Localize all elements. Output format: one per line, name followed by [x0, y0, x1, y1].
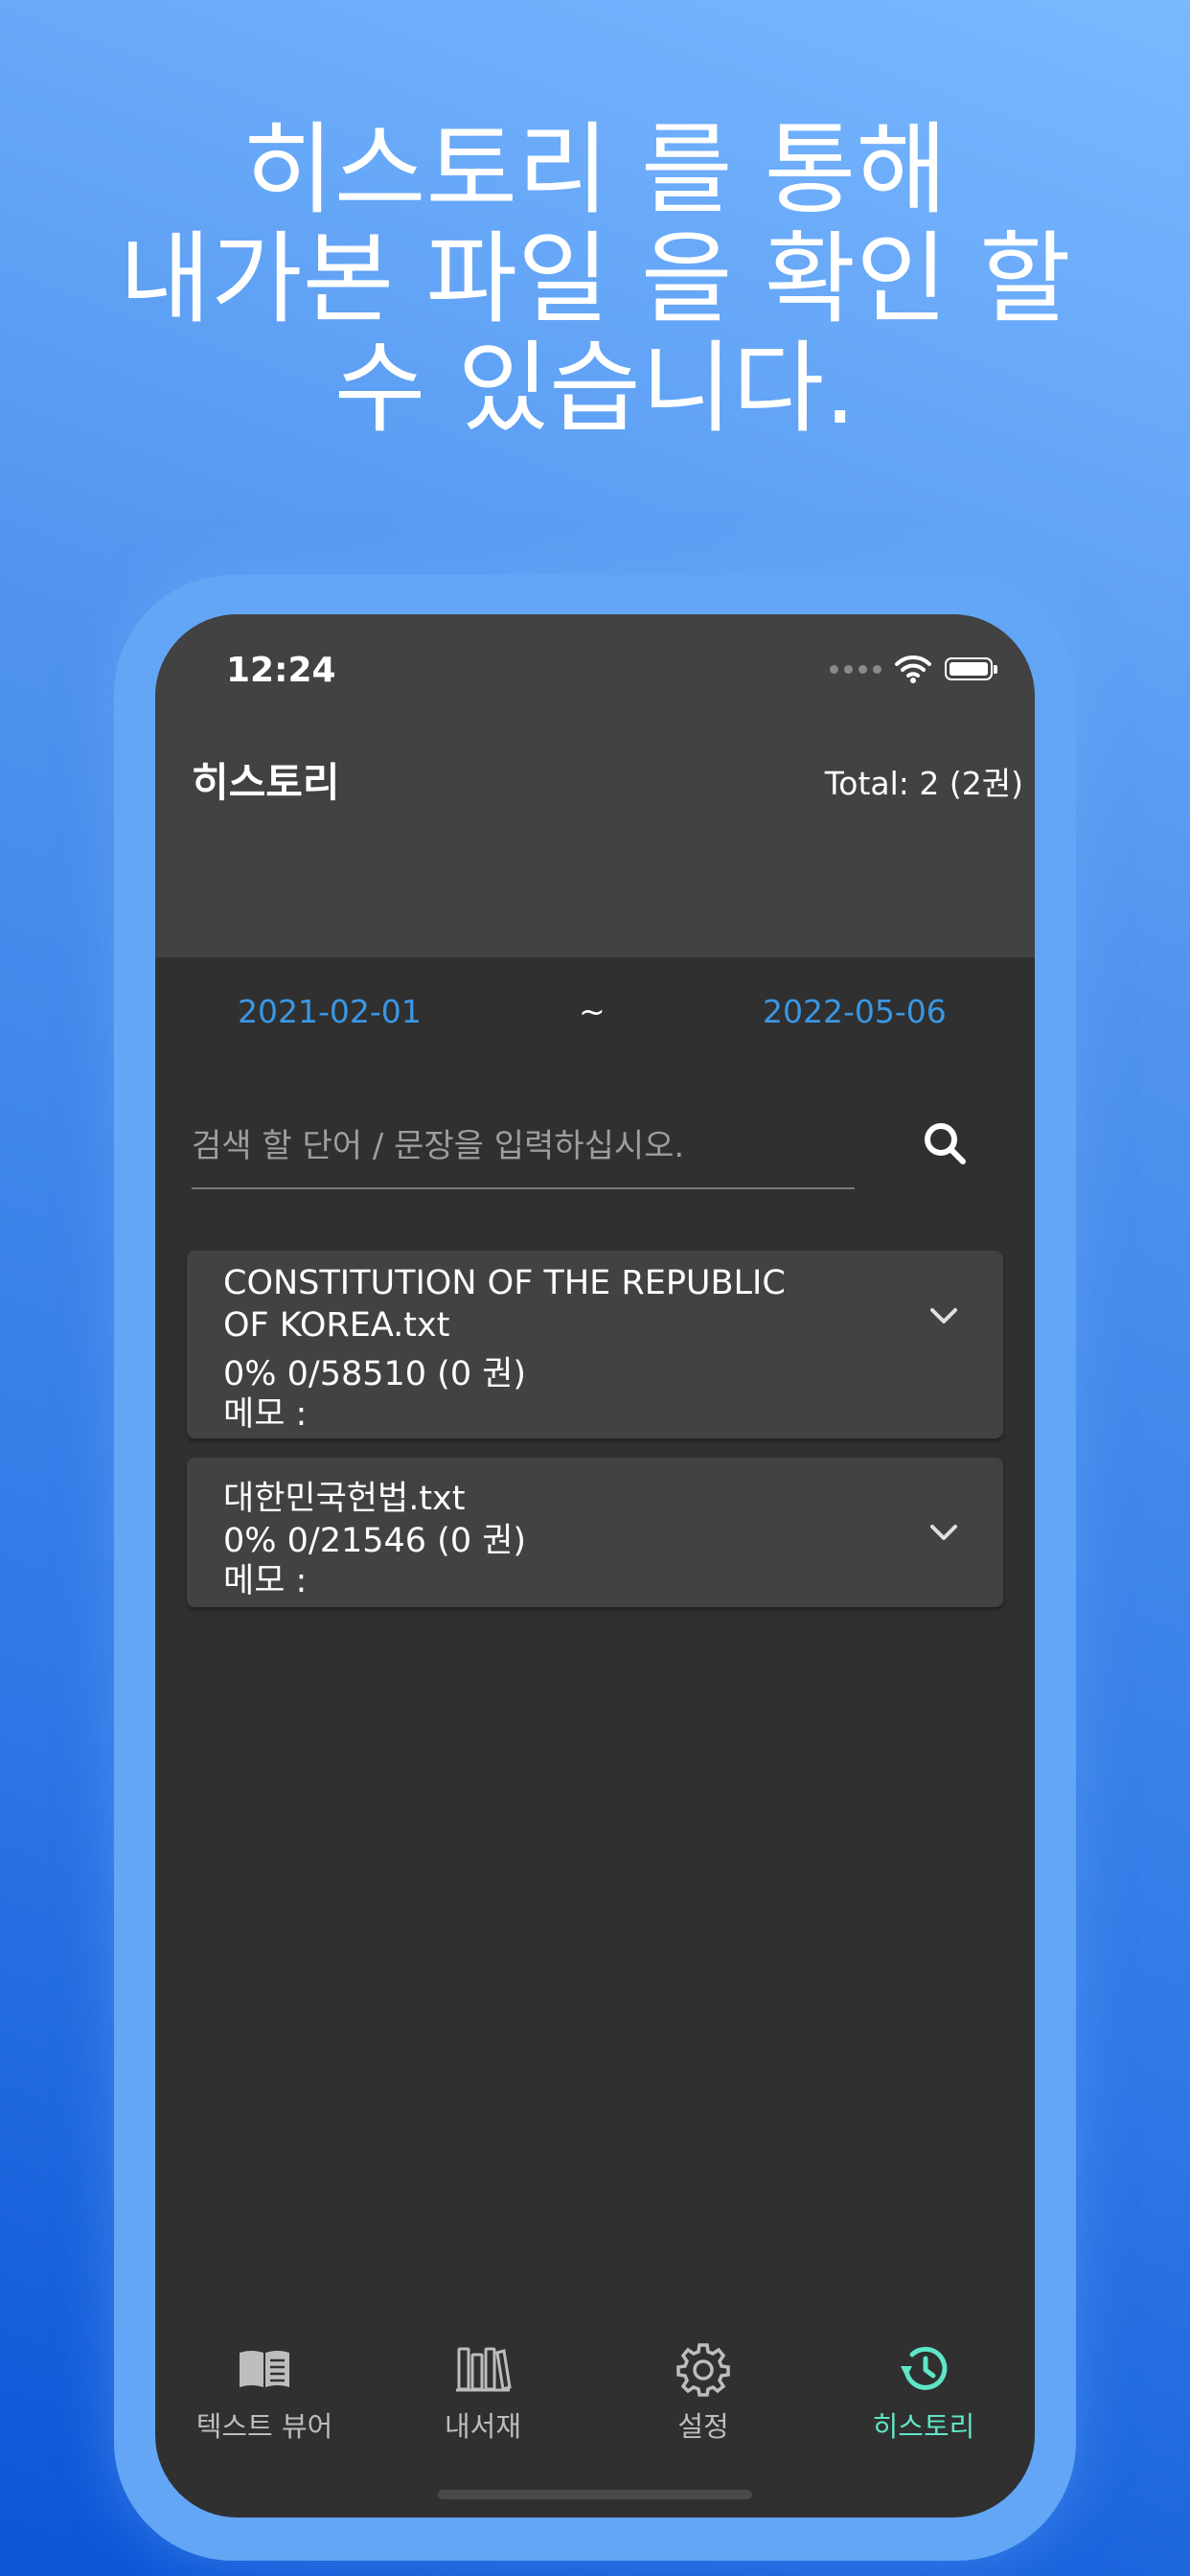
bottom-tab-bar: 텍스트 뷰어 내서재 설정 히스토리 — [155, 2339, 1035, 2464]
date-range-separator: ~ — [579, 993, 606, 1030]
expand-button[interactable] — [925, 1513, 963, 1552]
battery-icon — [945, 657, 997, 680]
promo-line-1: 히스토리 를 통해 — [242, 111, 948, 228]
promo-line-3: 수 있습니다. — [333, 330, 857, 447]
tab-text-viewer[interactable]: 텍스트 뷰어 — [169, 2339, 360, 2454]
tab-library[interactable]: 내서재 — [387, 2339, 579, 2454]
chevron-down-icon — [930, 1308, 957, 1323]
history-item-title-cont: OF KOREA.txt — [223, 1306, 450, 1345]
date-start-picker[interactable]: 2021-02-01 — [238, 993, 422, 1030]
search-input[interactable] — [192, 1105, 855, 1189]
tab-label: 텍스트 뷰어 — [195, 2410, 333, 2443]
chevron-down-icon — [930, 1525, 957, 1540]
tab-label: 설정 — [677, 2410, 729, 2443]
library-icon — [456, 2347, 512, 2392]
status-time: 12:24 — [226, 651, 336, 690]
date-end-picker[interactable]: 2022-05-06 — [763, 993, 947, 1030]
book-open-icon — [240, 2351, 289, 2387]
history-item-memo: 메모 : — [223, 1562, 308, 1600]
promo-headline: 히스토리 를 통해 내가본 파일 을 확인 할 수 있습니다. — [0, 115, 1190, 443]
tab-label: 내서재 — [444, 2410, 522, 2443]
tab-settings[interactable]: 설정 — [607, 2339, 799, 2454]
page-title: 히스토리 — [192, 759, 340, 806]
expand-button[interactable] — [925, 1297, 963, 1335]
history-icon — [901, 2346, 948, 2390]
search-icon — [925, 1123, 966, 1164]
total-count: Total: 2 (2권) — [824, 765, 1023, 802]
history-item-title: CONSTITUTION OF THE REPUBLIC — [223, 1264, 786, 1302]
tab-label: 히스토리 — [872, 2410, 975, 2443]
home-indicator — [438, 2490, 752, 2499]
history-item-memo: 메모 : — [223, 1395, 308, 1434]
search-button[interactable] — [914, 1113, 975, 1174]
phone-screen: 12:24 히스토리 Total: 2 (2권) 2021-02-01 ~ 20… — [155, 614, 1035, 2518]
wifi-icon — [895, 655, 931, 683]
tab-history[interactable]: 히스토리 — [828, 2339, 1019, 2454]
history-item[interactable]: CONSTITUTION OF THE REPUBLIC OF KOREA.tx… — [187, 1251, 1003, 1438]
promo-line-2: 내가본 파일 을 확인 할 — [119, 220, 1071, 337]
cellular-signal-icon — [830, 664, 881, 674]
history-item[interactable]: 대한민국헌법.txt 0% 0/21546 (0 권) 메모 : — [187, 1458, 1003, 1607]
status-indicators — [830, 655, 997, 683]
gear-icon — [676, 2343, 730, 2397]
